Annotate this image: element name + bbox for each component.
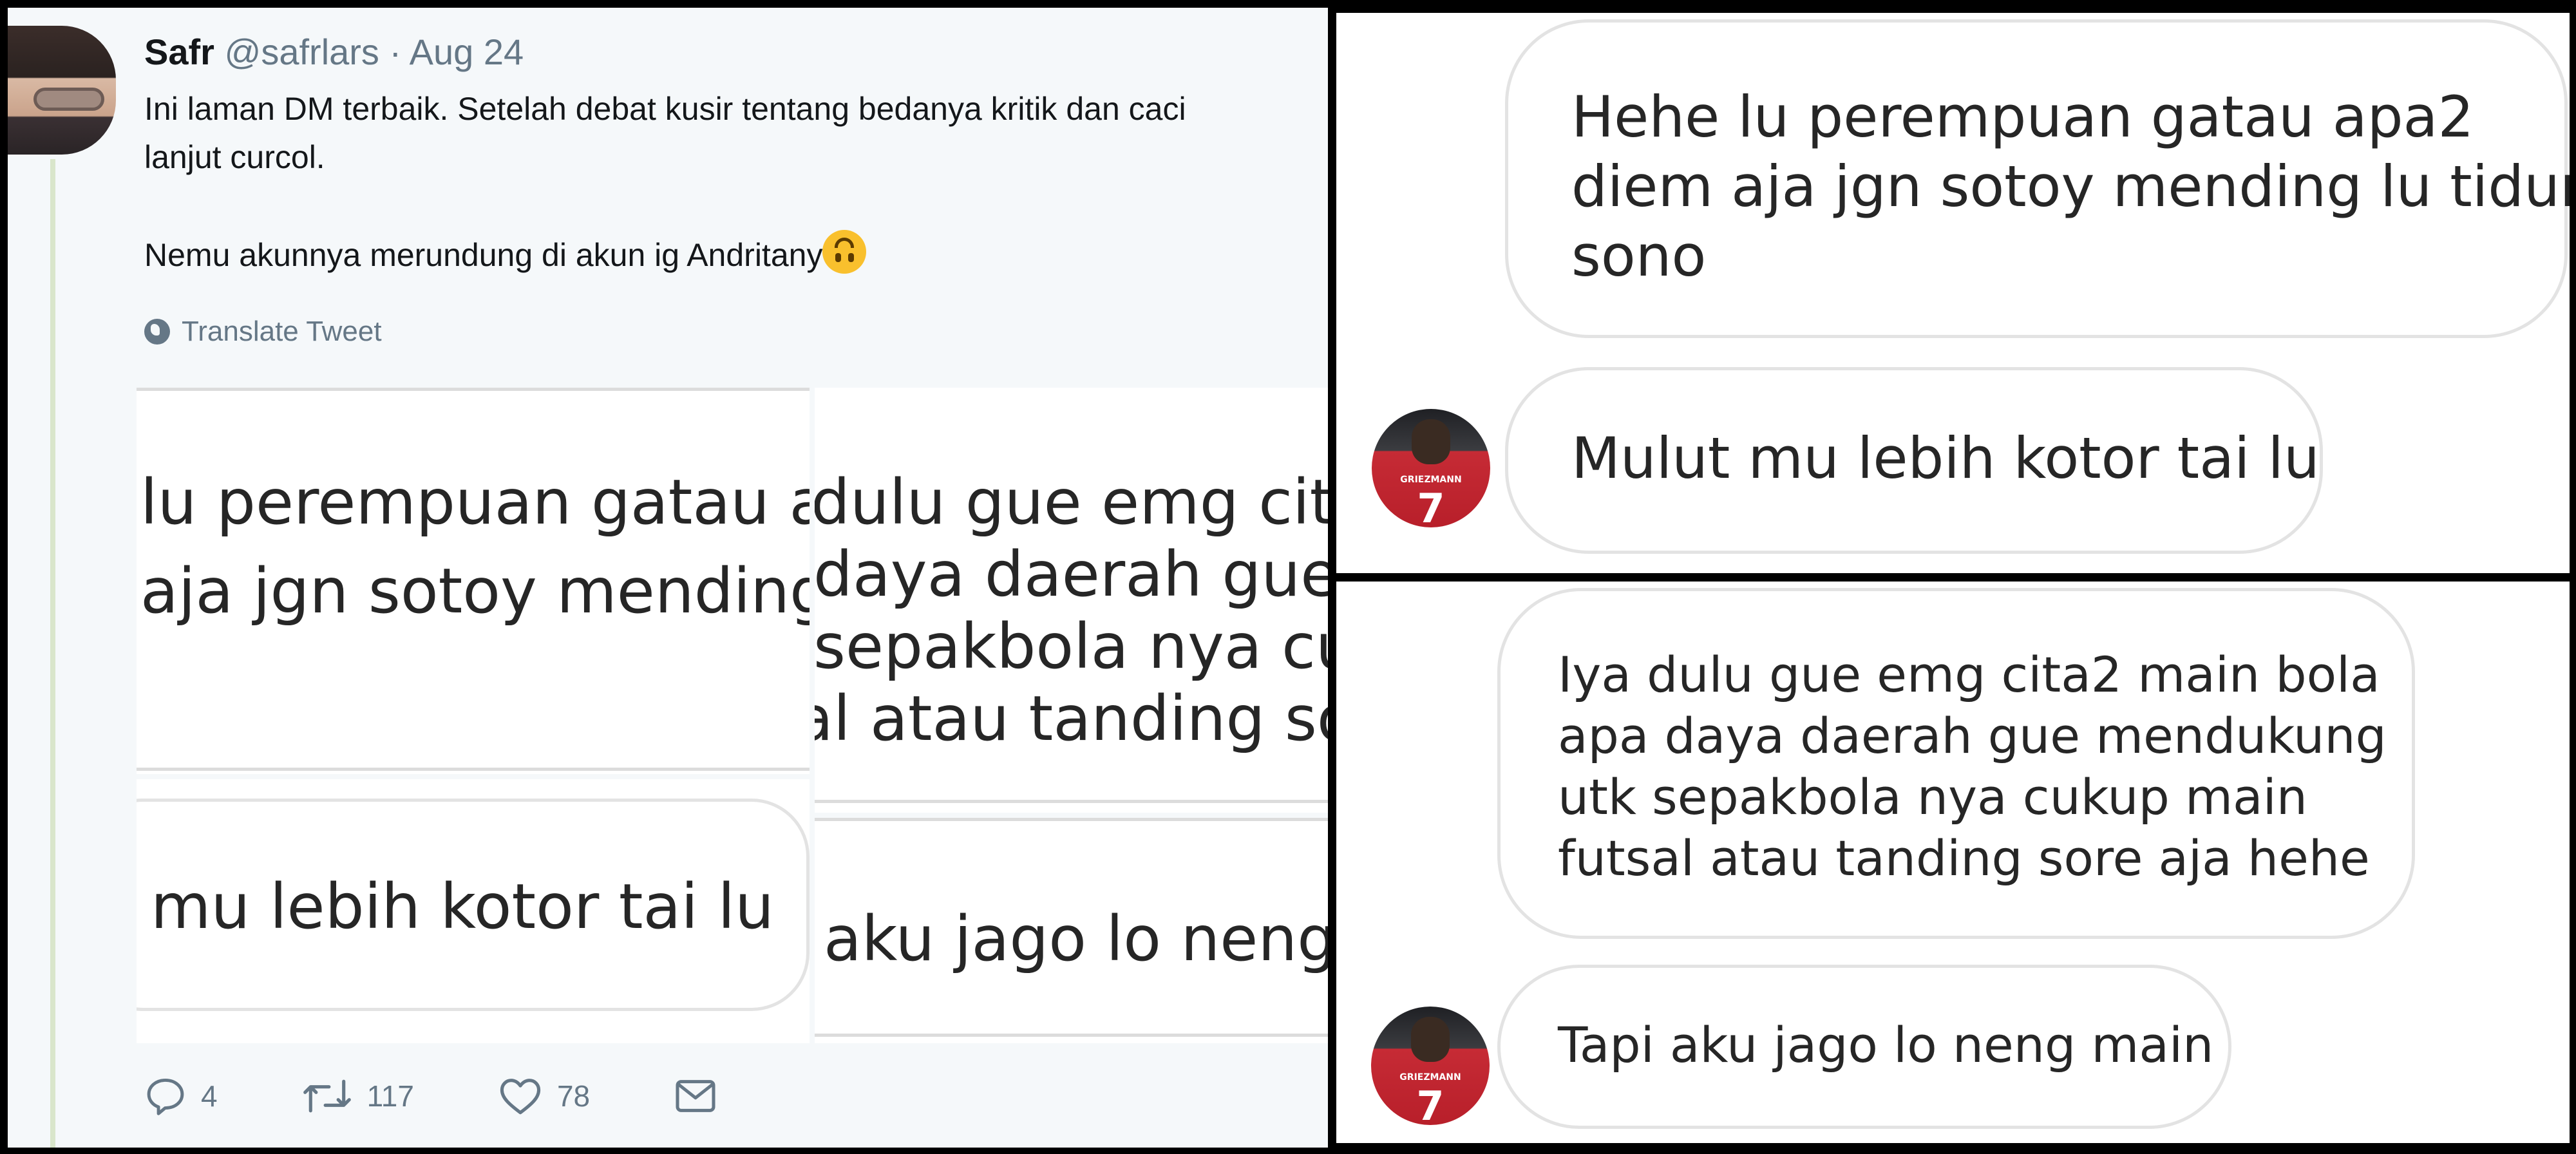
sunglasses-icon (33, 88, 104, 111)
dm-screenshot-2: Iya dulu gue emg cita2 main bola apa day… (1336, 582, 2570, 1143)
message-text-line: Hehe lu perempuan gatau apa2 (1571, 84, 2474, 150)
tweet-panel: Safr @safrlars · Aug 24 Ini laman DM ter… (8, 8, 1328, 1148)
tweet-action-bar: 4 117 78 (144, 1077, 801, 1115)
tweet-text: Ini laman DM terbaik. Setelah debat kusi… (144, 85, 1328, 279)
tweet-date[interactable]: Aug 24 (410, 32, 524, 72)
media-text-line: lu perempuan gatau a (140, 466, 810, 538)
envelope-icon (676, 1080, 715, 1112)
translate-label: Translate Tweet (182, 316, 382, 347)
tweet-text-line: Ini laman DM terbaik. Setelah debat kusi… (144, 91, 1186, 127)
media-text-line: daya daerah gue me (815, 538, 1328, 610)
tweet-text-line: Nemu akunnya merundung di akun ig Andrit… (144, 230, 1328, 279)
tweet-text-line: lanjut curcol. (144, 139, 325, 175)
reply-count: 4 (201, 1079, 218, 1113)
thread-line (50, 159, 55, 1148)
media-text-line: aku jago lo neng m (824, 903, 1328, 975)
media-text-line: sepakbola nya cuku (815, 610, 1328, 683)
translate-tweet-link[interactable]: Translate Tweet (144, 316, 382, 348)
retweet-count: 117 (366, 1079, 414, 1113)
header-separator: · (389, 32, 402, 72)
message-text-line: Iya dulu gue emg cita2 main bola (1558, 646, 2380, 703)
upside-down-face-emoji (822, 230, 867, 274)
message-text-line: utk sepakbola nya cukup main (1558, 768, 2307, 826)
tweet-media-2[interactable]: dulu gue emg cita2 m daya daerah gue me … (815, 388, 1328, 813)
sender-avatar[interactable]: GRIEZMANN 7 (1371, 1007, 1490, 1125)
author-avatar[interactable] (8, 26, 116, 155)
retweet-button[interactable]: 117 (301, 1077, 414, 1115)
author-name[interactable]: Safr (144, 32, 214, 72)
direct-message-button[interactable] (674, 1078, 717, 1114)
reply-icon (147, 1079, 184, 1115)
sender-avatar[interactable]: GRIEZMANN 7 (1372, 409, 1490, 527)
heart-icon (500, 1079, 541, 1115)
globe-icon (144, 319, 170, 345)
like-button[interactable]: 78 (498, 1077, 590, 1115)
tweet-media-3[interactable]: mu lebih kotor tai lu (137, 779, 810, 1043)
message-text: Tapi aku jago lo neng main (1558, 1016, 2214, 1074)
media-text-line: al atau tanding sore (815, 683, 1328, 755)
tweet-media-1[interactable]: lu perempuan gatau a aja jgn sotoy mendi… (137, 388, 810, 774)
reply-button[interactable]: 4 (144, 1077, 218, 1115)
media-text-line: aja jgn sotoy mending (140, 555, 810, 627)
message-text: Mulut mu lebih kotor tai lu (1571, 425, 2320, 491)
message-text-line: sono (1571, 223, 1707, 289)
message-text-line: diem aja jgn sotoy mending lu tidur (1571, 153, 2570, 220)
author-handle[interactable]: @safrlars (225, 32, 379, 72)
message-text-line: apa daya daerah gue mendukung (1558, 707, 2387, 764)
tweet-header: Safr @safrlars · Aug 24 (144, 31, 524, 73)
media-text-line: dulu gue emg cita2 m (815, 466, 1328, 538)
dm-screenshot-1: Hehe lu perempuan gatau apa2 diem aja jg… (1336, 13, 2570, 573)
retweet-icon (303, 1079, 351, 1113)
like-count: 78 (556, 1079, 591, 1113)
media-text-line: mu lebih kotor tai lu (151, 871, 775, 943)
tweet-media-4[interactable]: aku jago lo neng m (815, 818, 1328, 1043)
message-text-line: futsal atau tanding sore aja hehe (1558, 829, 2370, 887)
